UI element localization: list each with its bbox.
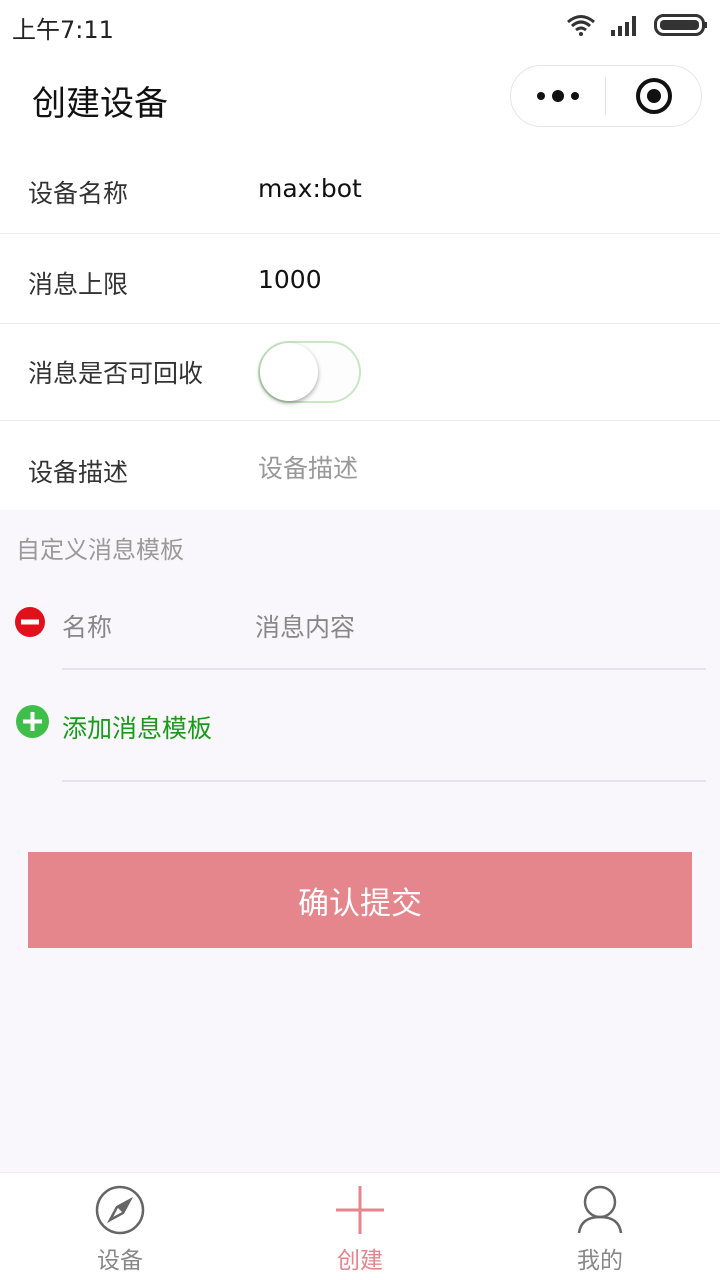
templates-section-title: 自定义消息模板 — [16, 536, 184, 564]
recyclable-row: 消息是否可回收 — [0, 324, 720, 421]
message-limit-input[interactable]: 1000 — [258, 265, 322, 294]
status-icons — [566, 11, 708, 39]
user-icon — [577, 1185, 623, 1234]
recyclable-switch[interactable] — [258, 341, 361, 403]
template-name-input[interactable]: 名称 — [62, 608, 112, 644]
device-name-input[interactable]: max:bot — [258, 174, 362, 203]
page-title: 创建设备 — [32, 84, 168, 124]
switch-knob — [260, 343, 318, 401]
status-bar: 上午7:11 — [0, 0, 720, 50]
message-limit-row[interactable]: 消息上限 1000 — [0, 234, 720, 324]
tab-bar: 设备 创建 我的 — [0, 1172, 720, 1280]
battery-icon — [654, 14, 707, 36]
tab-devices-label: 设备 — [97, 1248, 143, 1274]
tab-mine-label: 我的 — [577, 1248, 623, 1274]
capsule-menu — [510, 65, 702, 127]
device-form: 设备名称 max:bot 消息上限 1000 消息是否可回收 设备描述 设备描述 — [0, 144, 720, 510]
signal-icon — [611, 16, 636, 36]
add-divider — [62, 780, 706, 782]
status-time: 上午7:11 — [12, 16, 114, 44]
close-button[interactable] — [606, 66, 701, 126]
description-row[interactable]: 设备描述 设备描述 — [0, 421, 720, 510]
device-name-row[interactable]: 设备名称 max:bot — [0, 144, 720, 234]
tab-create-label: 创建 — [337, 1248, 383, 1274]
submit-button[interactable]: 确认提交 — [28, 852, 692, 948]
more-icon — [537, 90, 579, 102]
target-icon — [635, 78, 672, 114]
plus-icon — [336, 1186, 384, 1234]
tab-mine[interactable]: 我的 — [480, 1173, 720, 1280]
remove-template-icon[interactable] — [15, 607, 45, 637]
create-device-page: 上午7:11 创建设备 设备名称 max:bot 消息上限 1000 消息是否可… — [0, 0, 720, 1280]
add-template-label: 添加消息模板 — [62, 714, 213, 743]
tab-devices[interactable]: 设备 — [0, 1173, 240, 1280]
compass-icon — [95, 1185, 145, 1235]
message-limit-label: 消息上限 — [28, 270, 129, 299]
recyclable-label: 消息是否可回收 — [28, 359, 204, 388]
description-input[interactable]: 设备描述 — [258, 449, 358, 485]
tab-create[interactable]: 创建 — [240, 1173, 480, 1280]
description-label: 设备描述 — [28, 458, 129, 487]
device-name-label: 设备名称 — [28, 179, 129, 208]
add-template-button[interactable]: 添加消息模板 — [0, 700, 720, 756]
template-row: 名称 消息内容 — [0, 590, 720, 670]
wifi-icon — [567, 15, 595, 36]
more-button[interactable] — [511, 66, 605, 126]
add-circle-icon — [16, 705, 49, 738]
template-divider — [62, 668, 706, 670]
template-content-input[interactable]: 消息内容 — [255, 608, 355, 644]
nav-bar: 创建设备 — [0, 50, 720, 144]
